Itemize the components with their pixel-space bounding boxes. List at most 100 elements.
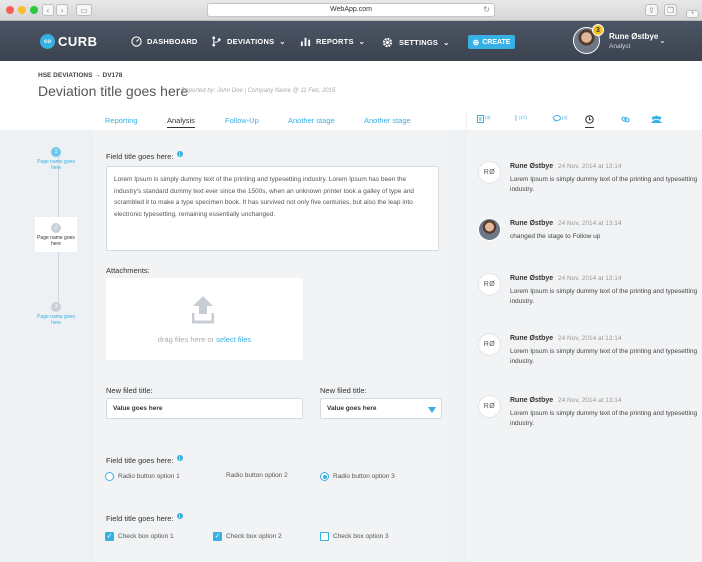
select-files-link[interactable]: select files [216,335,251,344]
info-icon[interactable]: i [176,151,183,157]
step-1-number: 1 [51,147,61,157]
new-field-input[interactable]: Value goes here [106,398,303,419]
comment-icon [553,115,561,122]
activity-feed: RØ Rune Østbye 24 Nov, 2014 at 13:14 Lor… [466,130,702,562]
tab-reporting[interactable]: Reporting [105,116,138,125]
nav-deviations[interactable]: DEVIATIONS ⌄ [211,36,286,47]
close-window-button[interactable] [6,6,14,14]
tab-attachments[interactable]: ⌇ (17) [514,115,527,123]
initials-avatar: RØ [478,161,501,184]
reload-icon[interactable]: ↻ [483,4,490,16]
checkbox-option-3[interactable]: Check box option 3 [320,532,389,541]
radio-button[interactable] [105,472,114,481]
nav-reports[interactable]: REPORTS ⌄ [300,36,365,47]
nav-dashboard-label: DASHBOARD [147,37,198,46]
app-logo[interactable]: co CURB [40,34,98,49]
nav-settings-label: SETTINGS [399,38,439,47]
initials-avatar: RØ [478,333,501,356]
feed-author[interactable]: Rune Østbye [510,397,553,404]
tab-analysis[interactable]: Analysis [167,116,195,128]
step-2-label: Page name goes here [37,235,75,247]
checkbox-option-1[interactable]: ✓ Check box option 1 [105,532,174,541]
info-icon[interactable]: i [176,455,183,461]
tab-history[interactable] [585,115,594,128]
forward-button[interactable]: › [56,4,68,16]
users-icon [651,115,662,123]
feed-text: Lorem Ipsum is simply dummy text of the … [510,348,698,365]
radio-option-2[interactable]: Radio button option 2 [226,472,288,479]
step-navigator: 1 Page name goes here 2 Page name goes h… [35,130,77,562]
info-icon[interactable]: i [176,513,183,519]
field-label: Field title goes here: i [106,151,183,161]
feed-text: changed the stage to Follow up [510,233,601,240]
feed-entry: RØ Rune Østbye 24 Nov, 2014 at 13:14 Lor… [478,161,698,211]
branch-icon [212,36,221,47]
user-name[interactable]: Rune Østbye [609,32,658,41]
radio-option-3[interactable]: Radio button option 3 [320,472,395,481]
sidebar-toggle-button[interactable]: ▭ [76,4,92,16]
chevron-down-icon: ⌄ [443,38,450,47]
radio-option-label: Radio button option 1 [118,473,180,480]
checkbox-option-2[interactable]: ✓ Check box option 2 [213,532,282,541]
maximize-window-button[interactable] [30,6,38,14]
tab-documents[interactable]: (3) [477,115,491,123]
logo-mark: co [40,34,55,49]
minimize-window-button[interactable] [18,6,26,14]
nav-settings[interactable]: SETTINGS ⌄ [381,36,450,49]
initials-avatar: RØ [478,395,501,418]
tab-links[interactable] [621,115,630,124]
nav-dashboard[interactable]: DASHBOARD [131,36,198,47]
step-2[interactable]: 2 Page name goes here [35,217,77,252]
checkbox-checked[interactable]: ✓ [213,532,222,541]
checkbox-unchecked[interactable] [320,532,329,541]
feed-author[interactable]: Rune Østbye [510,220,553,227]
dashboard-icon [131,36,142,47]
step-1[interactable]: 1 Page name goes here [35,147,77,171]
step-3[interactable]: 3 Page name goes here [35,302,77,326]
chevron-down-icon[interactable]: ⌄ [659,36,666,45]
new-field-select[interactable]: Value goes here [320,398,442,419]
file-dropzone[interactable]: drag files here or select files [106,278,303,360]
notification-badge[interactable]: 3 [592,24,604,36]
user-role: Analyst [609,43,631,50]
radio-button-selected[interactable] [320,472,329,481]
url-text: WebApp.com [330,6,372,13]
new-tab-button[interactable]: + [686,10,699,18]
logo-text: CURB [58,34,98,49]
radio-group-label-text: Field title goes here: [106,456,174,465]
feed-entry: RØ Rune Østbye 24 Nov, 2014 at 13:14 Lor… [478,333,698,383]
feed-date: 24 Nov, 2014 at 13:14 [558,335,622,342]
feed-entry: Rune Østbye 24 Nov, 2014 at 13:14 change… [478,218,698,268]
new-field-label-1: New filed title: [106,386,153,395]
window-controls [6,6,38,14]
tabs-icon: ❐ [666,5,675,15]
tab-another-stage-2[interactable]: Another stage [364,116,411,125]
breadcrumb[interactable]: HSE DEVIATIONS → DV178 [38,72,122,79]
analysis-form: Field title goes here: i Lorem Ipsum is … [94,130,449,562]
radio-option-1[interactable]: Radio button option 1 [105,472,180,481]
create-button[interactable]: ⊕ CREATE [468,35,515,49]
select-value: Value goes here [327,405,377,412]
tab-people[interactable] [651,115,662,124]
address-bar[interactable]: WebApp.com ↻ [207,3,495,17]
radio-group-label: Field title goes here: i [106,455,183,465]
tabs-button[interactable]: ❐ [664,4,677,16]
back-button[interactable]: ‹ [42,4,54,16]
share-button[interactable]: ⇪ [645,4,658,16]
checkbox-checked[interactable]: ✓ [105,532,114,541]
feed-author[interactable]: Rune Østbye [510,163,553,170]
user-avatar-wrap[interactable]: 3 [573,24,604,54]
step-3-label: Page name goes here [37,314,75,326]
document-icon [477,115,484,123]
tab-follow-up[interactable]: Follow-Up [225,116,259,125]
feed-date: 24 Nov, 2014 at 13:14 [558,275,622,282]
description-textarea[interactable]: Lorem Ipsum is simply dummy text of the … [106,166,439,251]
feed-author[interactable]: Rune Østbye [510,335,553,342]
feed-author[interactable]: Rune Østbye [510,275,553,282]
page-title: Deviation title goes here [38,83,189,99]
documents-count: (3) [485,115,491,120]
feed-date: 24 Nov, 2014 at 13:14 [558,163,622,170]
tab-another-stage-1[interactable]: Another stage [288,116,335,125]
chevron-down-icon: ⌄ [358,37,366,46]
tab-comments[interactable]: (4) [553,115,568,122]
